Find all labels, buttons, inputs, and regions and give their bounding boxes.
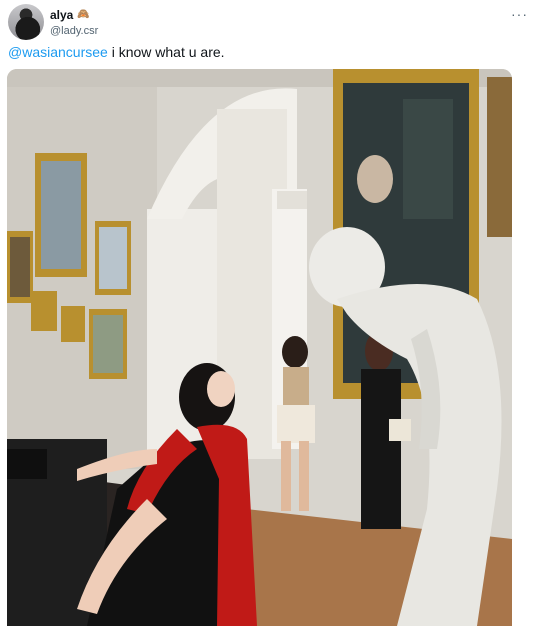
mention-link[interactable]: @wasiancursee [8, 44, 108, 60]
more-options-button[interactable]: ··· [511, 6, 528, 22]
monkey-emoji-icon: 🙈 [77, 9, 90, 20]
author-handle[interactable]: @lady.csr [50, 25, 98, 37]
museum-photo [7, 69, 512, 626]
tweet-photo[interactable] [7, 69, 512, 626]
tweet-body: i know what u are. [107, 44, 225, 60]
author-name-row: alya 🙈 [50, 8, 90, 22]
tweet-text: @wasiancursee i know what u are. [8, 44, 225, 60]
tweet-header: alya 🙈 @lady.csr ··· [8, 4, 532, 40]
author-display-name[interactable]: alya [50, 8, 73, 22]
avatar[interactable] [8, 4, 44, 40]
